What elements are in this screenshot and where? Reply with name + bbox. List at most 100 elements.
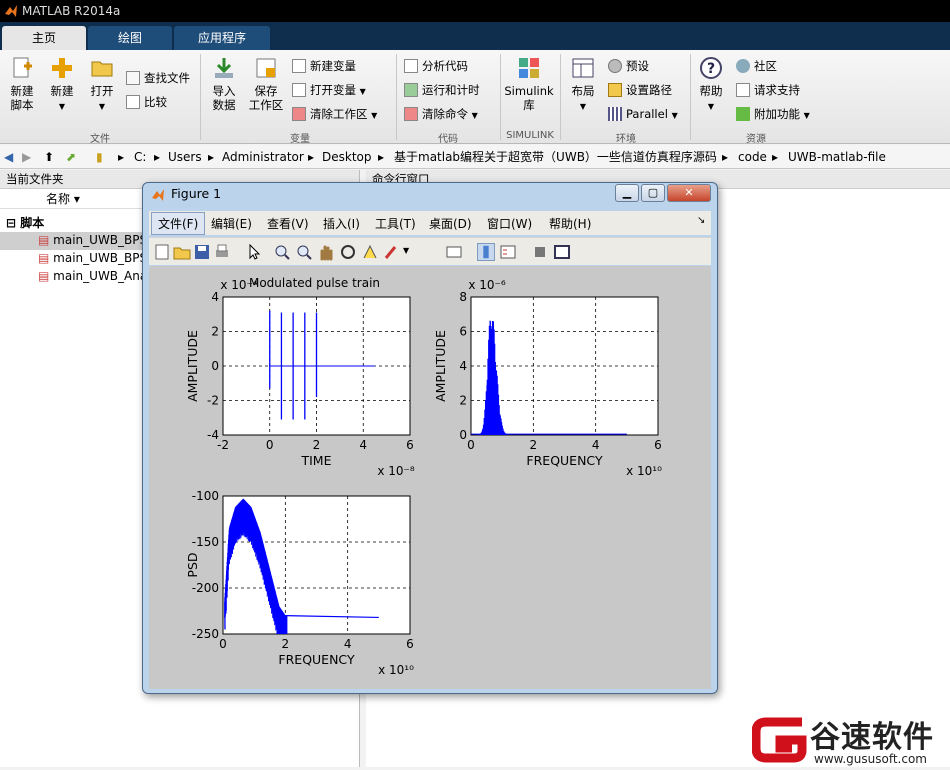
community-button[interactable]: 社区 [736,58,777,74]
layout-button[interactable]: 布局 ▼ [566,56,600,114]
colorbar-icon[interactable] [477,243,495,261]
zoom-out-icon[interactable] [295,243,313,261]
pan-hand-icon[interactable] [317,243,335,261]
pointer-icon[interactable] [245,243,263,261]
breadcrumb-item[interactable]: C: [134,145,146,169]
help-button[interactable]: ? 帮助 ▼ [694,56,728,114]
menu-help[interactable]: 帮助(H) [549,215,591,232]
community-icon [736,59,750,73]
y-exponent-label: x 10⁻⁶ [468,278,506,292]
set-path-button[interactable]: 设置路径 [608,82,672,98]
open-file-icon[interactable] [173,243,191,261]
clear-workspace-button[interactable]: 清除工作区 ▼ [292,106,377,124]
tab-plots[interactable]: 绘图 [88,26,172,50]
menu-desktop[interactable]: 桌面(D) [429,215,472,232]
new-script-button[interactable]: 新建 脚本 [4,56,40,112]
brush-dropdown-icon[interactable]: ▼ [403,246,409,255]
find-files-button[interactable]: 查找文件 [126,70,190,86]
figure-title: Figure 1 [171,186,222,201]
breadcrumb-item[interactable]: UWB-matlab-file [788,145,886,169]
breadcrumb-item[interactable]: Users [168,145,202,169]
hide-plot-tools-icon[interactable] [531,243,549,261]
menu-tools[interactable]: 工具(T) [375,215,416,232]
clear-commands-button[interactable]: 清除命令 ▼ [404,106,478,124]
save-workspace-icon [256,58,276,78]
eraser-icon-2 [404,107,418,121]
svg-text:?: ? [707,61,715,77]
watermark-brand: 谷速软件 [810,720,934,755]
show-plot-tools-icon[interactable] [553,243,571,261]
y-tick-label: 4 [459,359,467,373]
menu-insert[interactable]: 插入(I) [323,215,360,232]
request-support-button[interactable]: 请求支持 [736,82,800,98]
x-tick-label: 2 [313,438,321,452]
link-plot-icon[interactable] [445,243,463,261]
y-tick-label: -200 [192,581,219,595]
breadcrumb-item[interactable]: Administrator [222,145,304,169]
run-time-icon [404,83,418,97]
file-item[interactable]: ▤ main_UWB_Ana [38,269,147,283]
dock-arrow-icon[interactable]: ↘ [697,215,705,226]
matlab-figure-icon [152,189,164,201]
rotate-3d-icon[interactable] [339,243,357,261]
tab-home[interactable]: 主页 [2,26,86,50]
y-tick-label: -4 [207,428,219,442]
legend-icon[interactable] [499,243,517,261]
import-data-button[interactable]: 导入 数据 [206,56,242,112]
maximize-button[interactable]: ▢ [641,184,665,202]
menu-file[interactable]: 文件(F) [151,212,206,235]
app-titlebar: MATLAB R2014a [0,0,950,22]
up-folder-icon[interactable]: ⬆ [44,145,54,169]
file-item[interactable]: ▤ main_UWB_BPS [38,251,147,265]
section-variable-label: 变量 [290,134,310,145]
preferences-button[interactable]: 预设 [608,58,649,74]
menu-window[interactable]: 窗口(W) [487,215,532,232]
parallel-button[interactable]: Parallel ▼ [608,106,678,124]
breadcrumb-item[interactable]: code [738,145,767,169]
menu-view[interactable]: 查看(V) [267,215,309,232]
figure-canvas: -2 0 2 4 6 4 2 0 -2 -4 TIME AMPLITUDE x 10⁻⁸ x 10⁻⁴ Mo… [149,266,711,689]
addons-button[interactable]: 附加功能 ▼ [736,106,810,124]
figure-window[interactable]: Figure 1 ▁ ▢ ✕ 文件(F) 编辑(E) 查看(V) 插入(I) 工… [142,182,718,694]
file-item[interactable]: ▤ main_UWB_BPS [38,233,147,247]
forward-arrow-icon[interactable]: ▶ [22,145,31,169]
data-cursor-icon[interactable] [361,243,379,261]
y-tick-label: -250 [192,627,219,641]
back-arrow-icon[interactable]: ◀ [4,145,13,169]
save-icon[interactable] [193,243,211,261]
print-icon[interactable] [213,243,231,261]
tab-apps[interactable]: 应用程序 [174,26,270,50]
section-file-label: 文件 [90,134,110,145]
menu-edit[interactable]: 编辑(E) [211,215,252,232]
zoom-in-icon[interactable] [273,243,291,261]
section-simulink-label: SIMULINK [506,130,554,141]
section-environment-label: 环境 [616,134,636,145]
analyze-code-icon [404,59,418,73]
breadcrumb-item[interactable]: Desktop [322,145,372,169]
browse-icon[interactable]: ⬈ [66,145,76,169]
analyze-code-button[interactable]: 分析代码 [404,58,468,74]
new-variable-icon [292,59,306,73]
save-workspace-button[interactable]: 保存 工作区 [246,56,286,112]
new-figure-icon[interactable] [153,243,171,261]
new-script-icon [13,57,32,78]
open-variable-icon [292,83,306,97]
open-variable-button[interactable]: 打开变量 ▼ [292,82,366,100]
address-bar: ◀ ▶ ⬆ ⬈ ▮ ▸ C: ▸ Users ▸ Administrator ▸… [0,145,950,169]
watermark: 谷速软件 www.gususoft.com [751,712,950,767]
new-button[interactable]: 新建 ▼ [44,56,80,114]
new-variable-button[interactable]: 新建变量 [292,58,356,74]
x-axis-label: FREQUENCY [526,453,603,468]
close-button[interactable]: ✕ [667,184,711,202]
open-button[interactable]: 打开 ▼ [84,56,120,114]
y-axis-label: AMPLITUDE [433,330,448,402]
compare-button[interactable]: 比较 [126,94,167,110]
x-tick-label: 2 [282,637,290,651]
breadcrumb-item[interactable]: 基于matlab编程关于超宽带（UWB）一些信道仿真程序源码 [394,145,717,169]
simulink-library-button[interactable]: Simulink 库 [504,56,554,112]
run-and-time-button[interactable]: 运行和计时 [404,82,480,98]
brush-icon[interactable] [383,243,401,261]
minimize-button[interactable]: ▁ [615,184,639,202]
compare-icon [126,95,140,109]
group-scripts[interactable]: ⊟ 脚本 [6,214,44,231]
